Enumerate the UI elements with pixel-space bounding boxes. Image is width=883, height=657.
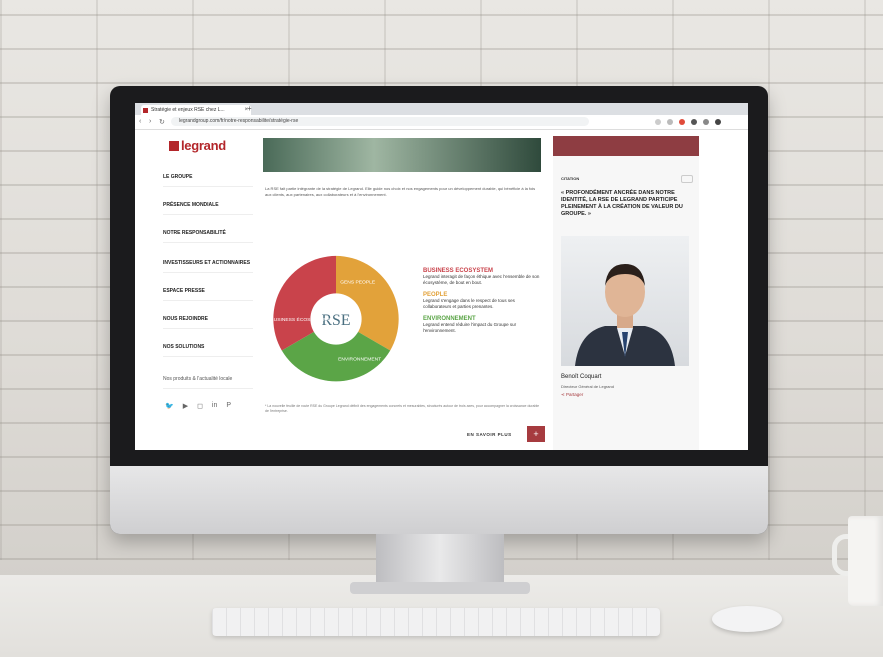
- sidebar-item-responsabilite[interactable]: NOTRE RESPONSABILITÉ: [163, 230, 253, 243]
- quote-text: « PROFONDÉMENT ANCRÉE DANS NOTRE IDENTIT…: [561, 190, 683, 217]
- keyboard: [212, 608, 660, 636]
- sidebar: legrand LE GROUPE PRÉSENCE MONDIALE NOTR…: [155, 130, 257, 450]
- wheel-people-label: GENS PEOPLE: [340, 280, 376, 286]
- url-field[interactable]: legrandgroup.com/fr/notre-responsabilite…: [171, 117, 589, 126]
- sidebar-item-rejoindre[interactable]: NOUS REJOINDRE: [163, 316, 253, 329]
- logo-mark-icon: [169, 140, 179, 151]
- person-portrait: [575, 264, 675, 366]
- browser-tab[interactable]: Stratégie et enjeux RSE chez L... ×: [141, 105, 251, 115]
- twitter-icon[interactable]: 🐦: [165, 402, 174, 410]
- browser-window: Stratégie et enjeux RSE chez L... × + ‹ …: [135, 103, 748, 450]
- extension-icon[interactable]: [691, 119, 697, 125]
- linkedin-icon[interactable]: in: [212, 402, 217, 410]
- sidebar-item-presence[interactable]: PRÉSENCE MONDIALE: [163, 202, 253, 215]
- star-icon[interactable]: [655, 119, 661, 125]
- extension-icon[interactable]: [703, 119, 709, 125]
- monitor-chin: [110, 466, 768, 534]
- intro-text: La RSE fait partie intégrante de la stra…: [265, 186, 536, 197]
- share-label: Partager: [566, 392, 584, 397]
- person-name: Benoît Coquart: [561, 374, 602, 380]
- person-title: Directeur Général de Legrand: [561, 384, 614, 389]
- forward-icon[interactable]: ›: [149, 118, 151, 125]
- address-bar: ‹ › ↻ legrandgroup.com/fr/notre-responsa…: [135, 115, 748, 130]
- quote-section-label: CITATION: [561, 176, 580, 181]
- social-links: 🐦 ▶ ◻ in P: [165, 402, 231, 410]
- tab-strip: Stratégie et enjeux RSE chez L... × +: [135, 103, 748, 115]
- mouse: [712, 606, 782, 632]
- instagram-icon[interactable]: ◻: [197, 402, 203, 410]
- favicon-icon: [143, 108, 148, 113]
- new-tab-button[interactable]: +: [247, 104, 252, 113]
- reload-icon[interactable]: ↻: [159, 118, 165, 126]
- menu-icon[interactable]: [715, 119, 721, 125]
- sidebar-item-investisseurs[interactable]: INVESTISSEURS ET ACTIONNAIRES: [163, 260, 253, 273]
- sidebar-item-groupe[interactable]: LE GROUPE: [163, 174, 253, 187]
- main-content: La RSE fait partie intégrante de la stra…: [263, 130, 545, 450]
- rse-legend: BUSINESS ECOSYSTEM Legrand interagit de …: [423, 262, 543, 334]
- sidebar-item-presse[interactable]: ESPACE PRESSE: [163, 288, 253, 301]
- pinterest-icon[interactable]: P: [226, 402, 231, 410]
- coffee-mug: [848, 516, 883, 606]
- legend-text-environment: Legrand entend réduire l'impact du Group…: [423, 322, 517, 333]
- legrand-logo[interactable]: legrand: [169, 138, 226, 153]
- portrait-photo: [561, 236, 689, 366]
- read-more-link[interactable]: EN SAVOIR PLUS: [467, 432, 512, 437]
- quote-panel: CITATION « PROFONDÉMENT ANCRÉE DANS NOTR…: [553, 136, 699, 450]
- legend-text-business: Legrand interagit de façon éthique avec …: [423, 274, 540, 285]
- monitor-foot: [350, 582, 530, 594]
- legend-text-people: Legrand s'engage dans le respect de tous…: [423, 298, 515, 309]
- sidebar-item-solutions[interactable]: NOS SOLUTIONS: [163, 344, 253, 357]
- extension-icon[interactable]: [679, 119, 685, 125]
- tab-title: Stratégie et enjeux RSE chez L...: [151, 107, 225, 113]
- wheel-environment-label: ENVIRONNEMENT: [338, 356, 381, 362]
- share-link[interactable]: ⋖ Partager: [561, 392, 583, 398]
- rse-wheel-diagram: RSE BUSINESS ÉCOSYSTÈME GENS PEOPLE ENVI…: [270, 255, 399, 382]
- youtube-icon[interactable]: ▶: [183, 402, 188, 410]
- read-more-button[interactable]: +: [527, 426, 545, 442]
- hero-image: [263, 138, 541, 172]
- quote-panel-header: [553, 136, 699, 156]
- web-page: legrand LE GROUPE PRÉSENCE MONDIALE NOTR…: [135, 130, 748, 450]
- quote-icon: [681, 175, 693, 183]
- extension-icon[interactable]: [667, 119, 673, 125]
- monitor-stand: [376, 534, 504, 586]
- footnote: * La nouvelle feuille de route RSE du Gr…: [265, 404, 540, 413]
- wheel-business-label: BUSINESS ÉCOSYSTÈME: [270, 316, 331, 323]
- back-icon[interactable]: ‹: [139, 118, 141, 125]
- products-link[interactable]: Nos produits & l'actualité locale: [163, 376, 253, 389]
